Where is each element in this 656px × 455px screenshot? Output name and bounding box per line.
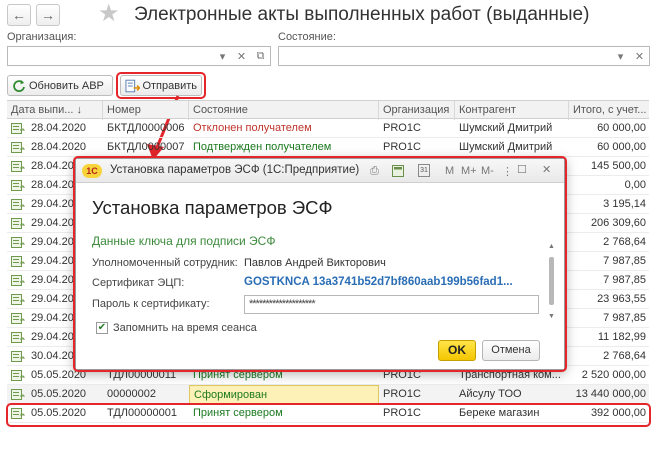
dialog-highlight: [73, 156, 567, 372]
forward-button[interactable]: →: [36, 4, 60, 26]
cell-total: 7 987,85: [603, 312, 646, 324]
close-icon: ✕: [634, 50, 645, 63]
document-icon: [11, 294, 25, 305]
document-icon: [11, 161, 25, 172]
cell-org: PRO1C: [383, 122, 421, 134]
chevron-down-icon: ▾: [219, 50, 226, 63]
document-icon: [11, 370, 25, 381]
cell-total: 11 182,99: [597, 331, 646, 343]
document-icon: [11, 275, 25, 286]
chevron-down-icon: ▾: [617, 50, 624, 63]
arrow-right-icon: →: [41, 7, 55, 23]
document-icon: [11, 142, 25, 153]
document-icon: [11, 218, 25, 229]
document-icon: [11, 180, 25, 191]
selected-row-highlight: [6, 403, 651, 427]
org-open-button[interactable]: ⧉: [251, 46, 271, 66]
cell-num: БКТДЛ0000006: [107, 122, 185, 134]
col-date[interactable]: Дата выпи... ↓: [7, 101, 103, 120]
col-state[interactable]: Состояние: [189, 101, 379, 120]
cell-total: 2 520 000,00: [581, 369, 646, 381]
cell-date: 28.04.2020: [31, 141, 87, 153]
cell-state: Отклонен получателем: [193, 122, 312, 134]
document-icon: [11, 199, 25, 210]
open-window-icon: ⧉: [256, 49, 265, 62]
col-total[interactable]: Итого, с учет...: [569, 101, 649, 120]
cell-total: 7 987,85: [603, 274, 646, 286]
col-org[interactable]: Организация: [379, 101, 455, 120]
document-icon: [11, 389, 25, 400]
sort-down-icon: ↓: [76, 104, 83, 116]
cell-num: 00000002: [107, 388, 156, 400]
cell-contr: Шумский Дмитрий: [459, 122, 553, 134]
state-filter-input[interactable]: [278, 46, 612, 66]
refresh-avr-button[interactable]: Обновить АВР: [7, 75, 113, 96]
cell-date: 28.04.2020: [31, 122, 87, 134]
close-icon: ✕: [236, 50, 247, 63]
document-icon: [11, 256, 25, 267]
org-clear-button[interactable]: ✕: [232, 46, 252, 66]
cell-total: 60 000,00: [597, 122, 646, 134]
cell-total: 2 768,64: [603, 236, 646, 248]
page-title: Электронные акты выполненных работ (выда…: [134, 4, 590, 25]
cell-state: Сформирован: [189, 385, 379, 404]
cell-total: 23 963,55: [597, 293, 646, 305]
cell-num: БКТДЛ0000007: [107, 141, 185, 153]
cell-total: 206 309,60: [590, 217, 646, 229]
col-number[interactable]: Номер: [103, 101, 189, 120]
document-icon: [11, 313, 25, 324]
document-icon: [11, 237, 25, 248]
cell-org: PRO1C: [383, 388, 421, 400]
cell-total: 145 500,00: [590, 160, 646, 172]
back-button[interactable]: ←: [7, 4, 31, 26]
cell-state: Подтвержден получателем: [193, 141, 332, 153]
state-filter-label: Состояние:: [278, 31, 336, 43]
org-dropdown-button[interactable]: ▾: [213, 46, 233, 66]
favorite-star-icon[interactable]: ★: [98, 2, 120, 26]
refresh-icon: [13, 79, 25, 92]
table-row[interactable]: 05.05.2020 00000002 Сформирован PRO1C Айсулу…: [7, 385, 649, 404]
state-dropdown-button[interactable]: ▾: [611, 46, 631, 66]
state-clear-button[interactable]: ✕: [630, 46, 650, 66]
col-contractor[interactable]: Контрагент: [455, 101, 569, 120]
document-icon: [11, 332, 25, 343]
cell-org: PRO1C: [383, 141, 421, 153]
document-icon: [11, 123, 25, 134]
cell-total: 0,00: [624, 179, 646, 191]
org-filter-input[interactable]: [7, 46, 214, 66]
arrow-left-icon: ←: [12, 7, 26, 23]
table-header: Дата выпи... ↓ Номер Состояние Организац…: [7, 100, 649, 120]
cell-contr: Айсулу ТОО: [459, 388, 522, 400]
cell-total: 13 440 000,00: [575, 388, 646, 400]
cell-total: 60 000,00: [597, 141, 646, 153]
table-row[interactable]: 28.04.2020 БКТДЛ0000006 Отклонен получател…: [7, 119, 649, 138]
org-filter-label: Организация:: [7, 31, 77, 43]
cell-total: 7 987,85: [603, 255, 646, 267]
document-icon: [11, 351, 25, 362]
table-row[interactable]: 28.04.2020 БКТДЛ0000007 Подтвержден получа…: [7, 138, 649, 157]
cell-total: 2 768,64: [603, 350, 646, 362]
cell-date: 05.05.2020: [31, 388, 87, 400]
cell-total: 3 195,14: [603, 198, 646, 210]
cell-contr: Шумский Дмитрий: [459, 141, 553, 153]
